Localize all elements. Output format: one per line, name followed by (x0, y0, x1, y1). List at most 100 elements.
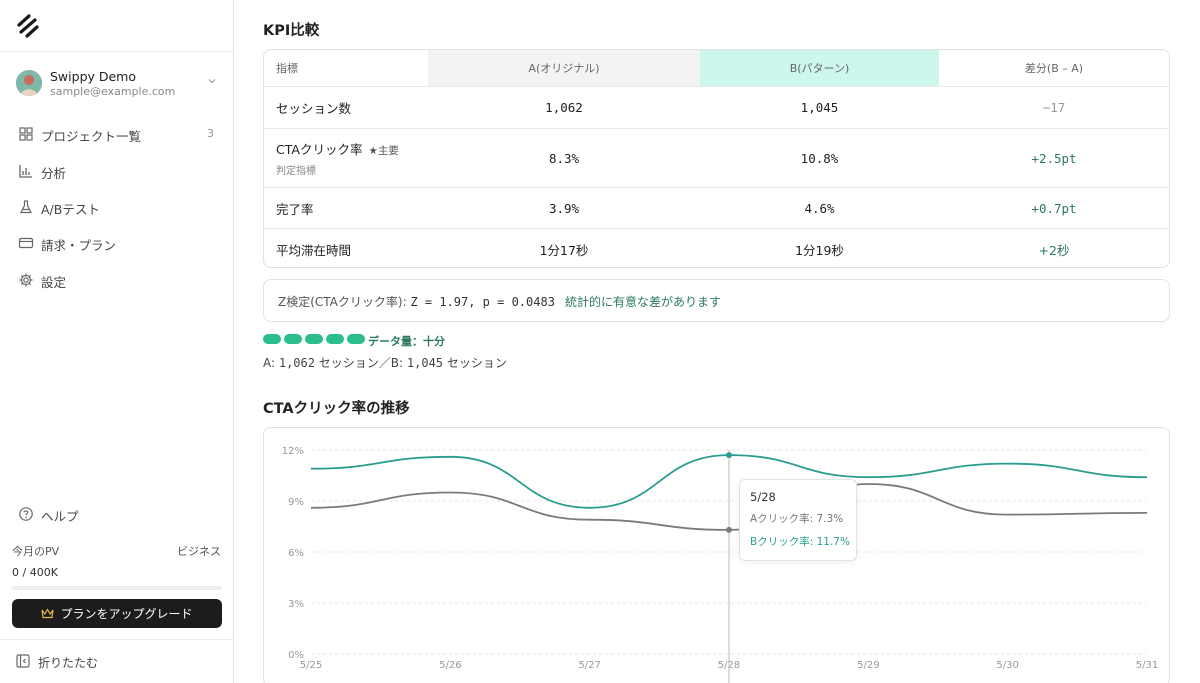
x-tick-label: 5/31 (1136, 660, 1158, 671)
data-amount-label: データ量：十分 (368, 335, 445, 348)
value-a: 3.9% (548, 200, 580, 216)
y-tick-label: 9% (288, 497, 304, 508)
data-amount-dot (326, 334, 344, 344)
upgrade-label: プランをアップグレード (60, 607, 193, 621)
y-tick-label: 3% (288, 599, 304, 610)
sidebar-item-settings[interactable]: 設定 (12, 266, 222, 294)
metric-name: 平均滞在時間 (276, 242, 352, 258)
sessions-b: 1,045 (406, 356, 444, 370)
metric-name: 完了率 (276, 201, 314, 217)
x-tick-label: 5/29 (857, 660, 879, 671)
sidebar-item-label: 分析 (41, 166, 67, 181)
collapse-icon (16, 654, 30, 668)
session-counts: A: 1,062 セッション／B: 1,045 セッション (263, 354, 507, 371)
data-point (726, 526, 732, 533)
data-point (726, 452, 732, 459)
sidebar: Swippy Demo sample@example.com プロジェクト一覧 … (0, 0, 234, 683)
table-row: CTAクリック率 ★主要 判定指標 8.3% 10.8% +2.5pt (264, 128, 1169, 187)
pv-progress-bar (12, 586, 222, 590)
logo-icon[interactable] (14, 12, 42, 40)
table-row: 完了率 3.9% 4.6% +0.7pt (264, 187, 1169, 228)
help-circle-icon (19, 507, 33, 521)
sidebar-item-label: 請求・プラン (41, 238, 117, 253)
sidebar-item-label: プロジェクト一覧 (41, 129, 142, 144)
sidebar-item-label: 設定 (41, 275, 67, 290)
credit-card-icon (18, 237, 34, 249)
sidebar-item-label: ヘルプ (41, 509, 79, 524)
kpi-table: 指標 A(オリジナル) B(パターン) 差分(B – A) セッション数 1,0… (263, 49, 1170, 268)
value-b: 4.6% (804, 200, 835, 216)
user-email: sample@example.com (50, 85, 176, 98)
primary-badge: ★主要 (368, 145, 399, 157)
z-test-value: Z = 1.97, p = 0.0483 (410, 295, 555, 309)
header-b: B(パターン) (700, 50, 939, 86)
x-tick-label: 5/26 (439, 660, 461, 671)
header-diff: 差分(B – A) (1024, 62, 1084, 75)
data-amount-indicator (263, 334, 365, 344)
metric-note: 判定指標 (276, 166, 316, 177)
user-name: Swippy Demo (50, 69, 137, 84)
account-switcher[interactable]: Swippy Demo sample@example.com (16, 68, 221, 102)
z-test-summary: Z検定(CTAクリック率): Z = 1.97, p = 0.0483 統計的に有… (263, 279, 1170, 322)
sidebar-item-help[interactable]: ヘルプ (12, 500, 222, 528)
z-test-result: 統計的に有意な差があります (564, 295, 721, 309)
y-tick-label: 12% (282, 446, 304, 457)
kpi-title: KPI比較 (263, 23, 320, 39)
metric-name: CTAクリック率 (276, 142, 363, 157)
grid-icon (19, 127, 33, 141)
bar-chart-icon (19, 165, 32, 178)
y-tick-label: 6% (288, 548, 304, 559)
pv-count: 0 / 400K (12, 566, 58, 579)
collapse-sidebar-button[interactable]: 折りたたむ (12, 650, 222, 674)
line-chart: 0%3%6%9%12%5/25 5/26 5/27 5/28 5/29 5/30 5/31 (282, 446, 1158, 683)
data-amount-dot (263, 334, 281, 344)
sidebar-item-ab-test[interactable]: A/Bテスト (12, 193, 222, 221)
value-diff: +2.5pt (1031, 150, 1077, 166)
sidebar-item-billing[interactable]: 請求・プラン (12, 229, 222, 257)
header-a: A(オリジナル) (428, 50, 700, 86)
header-metric: 指標 (276, 62, 298, 75)
sidebar-item-analytics[interactable]: 分析 (12, 157, 222, 185)
chart-tooltip: 5/28 Aクリック率: 7.3% Bクリック率: 11.7% (739, 479, 857, 561)
tooltip-b: Bクリック率: 11.7% (750, 536, 850, 548)
chart-title: CTAクリック率の推移 (263, 401, 410, 417)
crown-icon (41, 608, 55, 619)
value-b: 1,045 (800, 100, 839, 115)
data-amount-dot (284, 334, 302, 344)
gear-icon (19, 273, 33, 287)
value-a: 8.3% (548, 150, 580, 166)
divider (0, 51, 233, 52)
pv-label: 今月のPV (12, 545, 60, 558)
project-count: 3 (207, 127, 214, 140)
z-test-label: Z検定(CTAクリック率): (278, 295, 411, 309)
tooltip-a: Aクリック率: 7.3% (750, 513, 844, 525)
value-diff: +0.7pt (1031, 200, 1077, 216)
x-tick-label: 5/27 (578, 660, 600, 671)
data-amount-dot (305, 334, 323, 344)
table-header: 指標 A(オリジナル) B(パターン) 差分(B – A) (264, 50, 1169, 86)
value-a: 1,062 (545, 100, 583, 115)
table-row: セッション数 1,062 1,045 −17 (264, 86, 1169, 128)
sidebar-item-label: A/Bテスト (41, 202, 100, 217)
tooltip-date: 5/28 (750, 490, 776, 504)
sidebar-item-projects[interactable]: プロジェクト一覧 3 (12, 120, 222, 148)
value-diff: +2秒 (1038, 242, 1070, 258)
flask-icon (20, 200, 32, 214)
x-tick-label: 5/30 (996, 660, 1018, 671)
sessions-mid: セッション／B: (314, 356, 407, 370)
divider (0, 639, 233, 640)
collapse-label: 折りたたむ (38, 656, 99, 670)
sessions-suffix: セッション (443, 356, 507, 370)
data-amount-dot (347, 334, 365, 344)
avatar (16, 70, 42, 96)
value-b: 1分19秒 (795, 242, 844, 258)
cta-rate-chart: 0% 3% 6% 9% 12% 5/25 5/26 5/27 5/28 5/29 5/30 5/31 … (263, 427, 1170, 683)
x-tick-label: 5/25 (300, 660, 322, 671)
plan-name: ビジネス (177, 545, 221, 558)
value-b: 10.8% (800, 150, 839, 166)
sessions-prefix: A: (263, 356, 279, 370)
upgrade-button[interactable]: プランをアップグレード (12, 599, 222, 628)
chevron-down-icon (208, 79, 216, 84)
main-content: KPI比較 指標 A(オリジナル) B(パターン) 差分(B – A) セッショ… (234, 0, 1200, 683)
table-row: 平均滞在時間 1分17秒 1分19秒 +2秒 (264, 228, 1169, 267)
